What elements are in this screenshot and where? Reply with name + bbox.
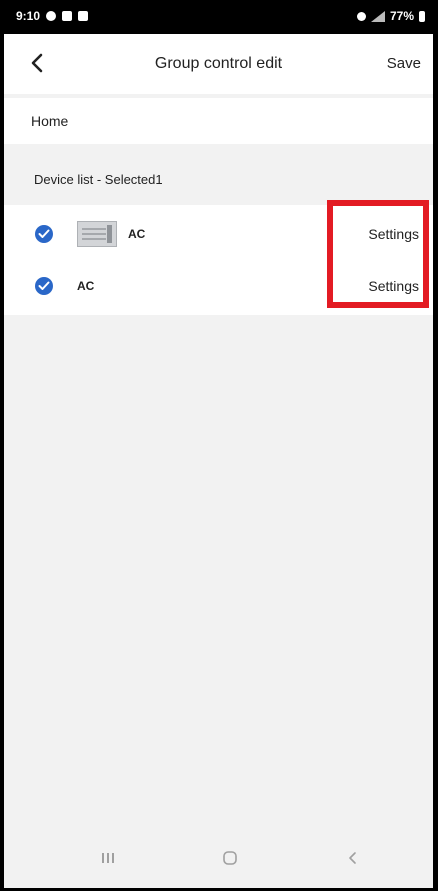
- calendar-icon: [78, 11, 89, 21]
- air-conditioner-thumbnail: [77, 221, 117, 247]
- device-list-label: Device list - Selected1: [34, 172, 163, 187]
- phone-screen: 9:10 77% Group control edit Save Home De…: [0, 0, 438, 891]
- notification-icon: [46, 11, 57, 21]
- status-time: 9:10: [16, 9, 41, 23]
- settings-button[interactable]: Settings: [368, 226, 419, 242]
- status-left: 9:10: [16, 9, 89, 23]
- home-label: Home: [31, 113, 69, 129]
- device-list: AC Settings AC Settings: [4, 205, 433, 315]
- battery-icon: [419, 10, 425, 22]
- settings-button[interactable]: Settings: [368, 278, 419, 294]
- page-title: Group control edit: [154, 55, 283, 72]
- signal-icon: [370, 10, 385, 22]
- device-name: AC: [128, 227, 146, 241]
- home-row[interactable]: Home: [4, 98, 433, 144]
- checkmark-icon: [38, 229, 50, 238]
- device-row[interactable]: AC Settings: [4, 260, 433, 312]
- save-button[interactable]: Save: [387, 55, 421, 72]
- home-icon[interactable]: [218, 846, 242, 870]
- checkbox-checked[interactable]: [35, 225, 53, 243]
- checkbox-checked[interactable]: [35, 277, 53, 295]
- device-name: AC: [77, 279, 95, 293]
- mute-icon: [356, 11, 366, 21]
- battery-percent: 77%: [389, 9, 414, 23]
- status-bar: 9:10 77%: [4, 0, 433, 34]
- checkmark-icon: [38, 281, 50, 290]
- recent-apps-icon[interactable]: [96, 846, 120, 870]
- device-row[interactable]: AC Settings: [4, 208, 433, 260]
- status-right: 77%: [356, 9, 425, 23]
- system-nav-bar: [4, 828, 433, 888]
- gallery-icon: [62, 11, 73, 21]
- back-icon[interactable]: [340, 846, 364, 870]
- app-header: Group control edit Save: [4, 34, 433, 94]
